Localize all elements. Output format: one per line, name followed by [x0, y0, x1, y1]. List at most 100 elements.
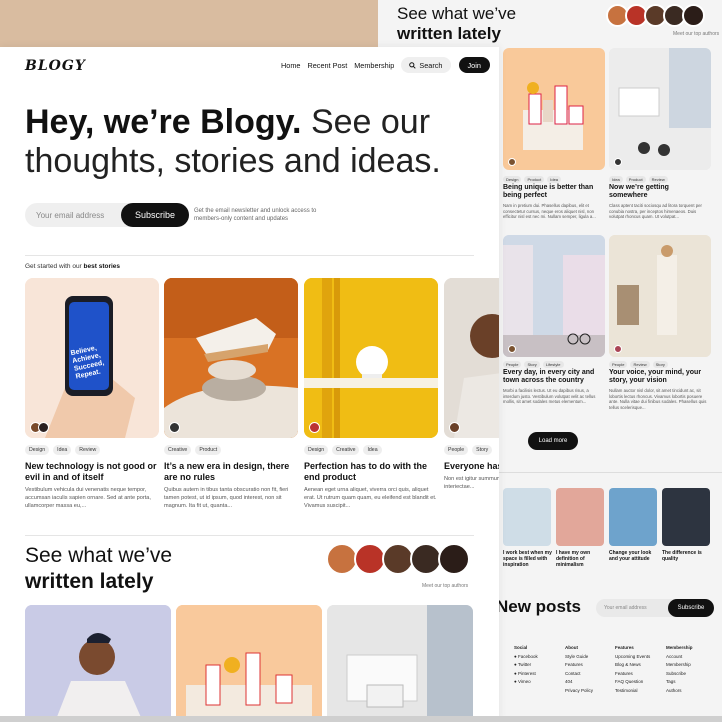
story-image[interactable] [164, 278, 298, 438]
post-image[interactable] [503, 488, 551, 546]
story-image[interactable] [304, 278, 438, 438]
story-image[interactable]: Believe, Achieve, Succeed, Repeat. [25, 278, 159, 438]
footer-link[interactable]: Testimonial [615, 687, 650, 696]
author-avatars [606, 4, 705, 27]
story-title[interactable]: Everyone has... [444, 461, 499, 472]
nav-recent-post[interactable]: Recent Post [307, 61, 347, 70]
pinterest-link[interactable]: ● Pinterest [514, 670, 538, 679]
nav-home[interactable]: Home [281, 61, 300, 70]
footer-link[interactable]: Upcoming Events [615, 653, 650, 662]
footer-link[interactable]: Account [666, 653, 693, 662]
tag[interactable]: People [609, 361, 628, 368]
author-avatar[interactable] [449, 422, 460, 433]
avatar[interactable] [682, 4, 705, 27]
footer-link[interactable]: Subscribe [666, 670, 693, 679]
tag[interactable]: People [503, 361, 522, 368]
footer-link[interactable]: Blog & News [615, 661, 650, 670]
nav-membership[interactable]: Membership [354, 61, 394, 70]
post-tags: People Review Story [609, 361, 668, 368]
story-card[interactable]: Creative Product It’s a new era in desig… [164, 278, 298, 510]
tag[interactable]: Review [75, 445, 101, 455]
post-image[interactable] [176, 605, 322, 722]
tag[interactable]: Lifestyle [542, 361, 564, 368]
post-title[interactable]: Every day, in every city and town across… [503, 369, 603, 385]
post-title[interactable]: The difference is quality [662, 550, 714, 562]
tag[interactable]: Idea [53, 445, 72, 455]
subscribe-button[interactable]: Subscribe [668, 599, 714, 617]
tag[interactable]: Story [524, 361, 540, 368]
post-title[interactable]: Your voice, your mind, your story, your … [609, 369, 713, 385]
tag[interactable]: Idea [363, 445, 382, 455]
footer-link[interactable]: FAQ Question [615, 678, 650, 687]
post-image[interactable] [556, 488, 604, 546]
author-avatar[interactable] [508, 158, 516, 166]
post-image[interactable] [609, 235, 711, 357]
tag[interactable]: Product [625, 176, 646, 183]
story-title[interactable]: It’s a new era in design, there are no r… [164, 461, 298, 483]
tag[interactable]: Product [524, 176, 545, 183]
footer-link[interactable]: Authors [666, 687, 693, 696]
post-title[interactable]: I work best when my space is filled with… [503, 550, 555, 568]
subscribe-button[interactable]: Subscribe [121, 203, 189, 227]
post-image[interactable] [609, 488, 657, 546]
tag[interactable]: Story [652, 361, 668, 368]
tag[interactable]: People [444, 445, 469, 455]
author-avatar[interactable] [38, 422, 49, 433]
avatar[interactable] [438, 543, 470, 575]
footer-link[interactable]: Features [615, 670, 650, 679]
tag[interactable]: Design [25, 445, 50, 455]
horizontal-scrollbar[interactable] [0, 716, 722, 722]
story-card[interactable]: Believe, Achieve, Succeed, Repeat. Desig… [25, 278, 159, 510]
post-image[interactable] [503, 235, 605, 357]
author-avatar[interactable] [614, 345, 622, 353]
author-avatar[interactable] [309, 422, 320, 433]
footer-link[interactable]: Contact [565, 670, 593, 679]
load-more-button[interactable]: Load more [528, 432, 578, 450]
story-title[interactable]: New technology is not good or evil in an… [25, 461, 159, 483]
post-image[interactable] [327, 605, 473, 722]
search-button[interactable]: Search [401, 57, 451, 73]
site-logo[interactable]: BLOGY [25, 58, 86, 74]
tag[interactable]: Idea [547, 176, 562, 183]
meet-authors-label[interactable]: Meet our top authors [422, 583, 468, 589]
tag[interactable]: Review [630, 361, 650, 368]
heading-line-1: See what we’ve [397, 4, 517, 23]
post-title[interactable]: I have my own definition of minimalism [556, 550, 608, 568]
post-image[interactable] [25, 605, 171, 722]
story-card[interactable]: Design Creative Idea Perfection has to d… [304, 278, 438, 510]
tag[interactable]: Idea [609, 176, 623, 183]
post-image[interactable] [503, 48, 605, 170]
meet-authors-label[interactable]: Meet our top authors [673, 31, 719, 37]
post-title[interactable]: Now we’re getting somewhere [609, 184, 709, 200]
story-title[interactable]: Perfection has to do with the end produc… [304, 461, 438, 483]
footer-link[interactable]: Membership [666, 661, 693, 670]
tag[interactable]: Design [304, 445, 329, 455]
post-tags: People Story Lifestyle [503, 361, 564, 368]
story-excerpt: Aenean eget urna aliquet, viverra orci q… [304, 487, 437, 509]
author-avatar[interactable] [614, 158, 622, 166]
join-button[interactable]: Join [458, 57, 490, 73]
tag[interactable]: Review [648, 176, 668, 183]
footer-link[interactable]: Features [565, 661, 593, 670]
tag[interactable]: Design [503, 176, 522, 183]
footer-link[interactable]: Privacy Policy [565, 687, 593, 696]
vimeo-link[interactable]: ● Vimeo [514, 678, 538, 687]
post-image[interactable] [662, 488, 710, 546]
facebook-link[interactable]: ● Facebook [514, 653, 538, 662]
tag[interactable]: Creative [164, 445, 192, 455]
author-avatar[interactable] [508, 345, 516, 353]
tag[interactable]: Creative [332, 445, 360, 455]
footer-link[interactable]: Style Guide [565, 653, 593, 662]
story-card[interactable]: People Story Everyone has... Non est igi… [444, 278, 499, 491]
post-title[interactable]: Change your look and your attitude [609, 550, 661, 562]
footer-link[interactable]: 404 [565, 678, 593, 687]
footer-link[interactable]: Tags [666, 678, 693, 687]
newsletter-note: Get the email newsletter and unlock acce… [194, 208, 317, 222]
tag[interactable]: Story [472, 445, 493, 455]
post-image[interactable] [609, 48, 711, 170]
post-title[interactable]: Being unique is better than being perfec… [503, 184, 603, 200]
tag[interactable]: Product [195, 445, 222, 455]
story-image[interactable] [444, 278, 499, 438]
twitter-link[interactable]: ● Twitter [514, 661, 538, 670]
author-avatar[interactable] [169, 422, 180, 433]
